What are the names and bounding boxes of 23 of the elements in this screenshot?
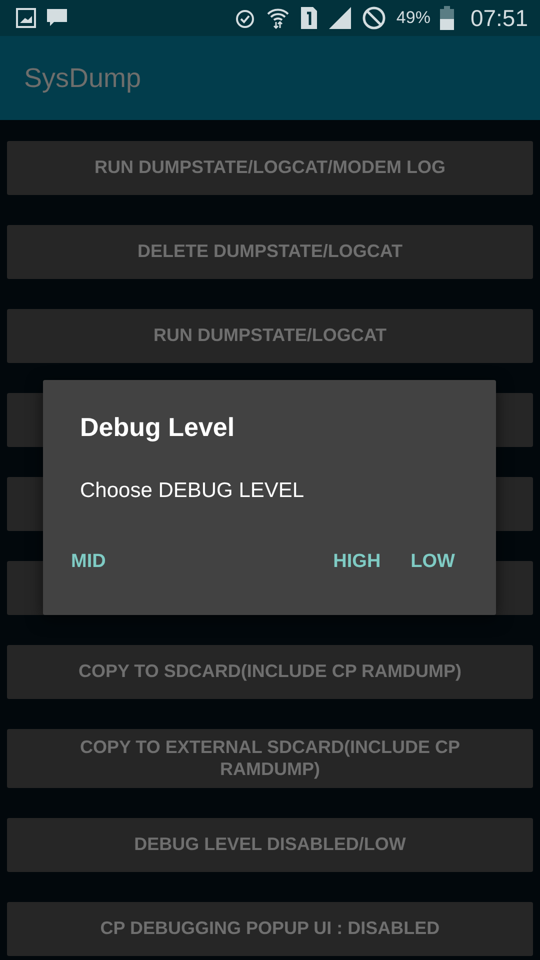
alarm-icon xyxy=(234,7,256,29)
signal-icon xyxy=(328,6,352,30)
battery-percent: 49% xyxy=(396,8,430,28)
action-button[interactable]: COPY TO SDCARD(INCLUDE CP RAMDUMP) xyxy=(7,645,533,699)
dialog-message: Choose DEBUG LEVEL xyxy=(80,479,306,503)
action-button[interactable]: RUN DUMPSTATE/LOGCAT xyxy=(7,309,533,363)
dialog-title: Debug Level xyxy=(80,412,236,443)
action-button[interactable]: CP DEBUGGING POPUP UI : DISABLED xyxy=(7,902,533,956)
sim-icon xyxy=(300,6,318,30)
app-title: SysDump xyxy=(24,62,142,94)
wifi-icon xyxy=(266,6,290,30)
clock-time: 07:51 xyxy=(470,4,528,32)
chat-icon xyxy=(46,8,68,28)
dialog-button[interactable]: HIGH xyxy=(318,545,396,579)
dialog-button[interactable]: MID xyxy=(56,545,121,579)
image-icon xyxy=(16,8,36,28)
dialog-button[interactable]: LOW xyxy=(396,545,470,579)
battery-icon xyxy=(440,6,454,30)
action-button[interactable]: RUN DUMPSTATE/LOGCAT/MODEM LOG xyxy=(7,141,533,195)
action-button[interactable]: DEBUG LEVEL DISABLED/LOW xyxy=(7,818,533,872)
action-button[interactable]: COPY TO EXTERNAL SDCARD(INCLUDE CP RAMDUMP) xyxy=(7,729,533,788)
action-button[interactable]: DELETE DUMPSTATE/LOGCAT xyxy=(7,225,533,279)
blocked-icon xyxy=(362,6,386,30)
